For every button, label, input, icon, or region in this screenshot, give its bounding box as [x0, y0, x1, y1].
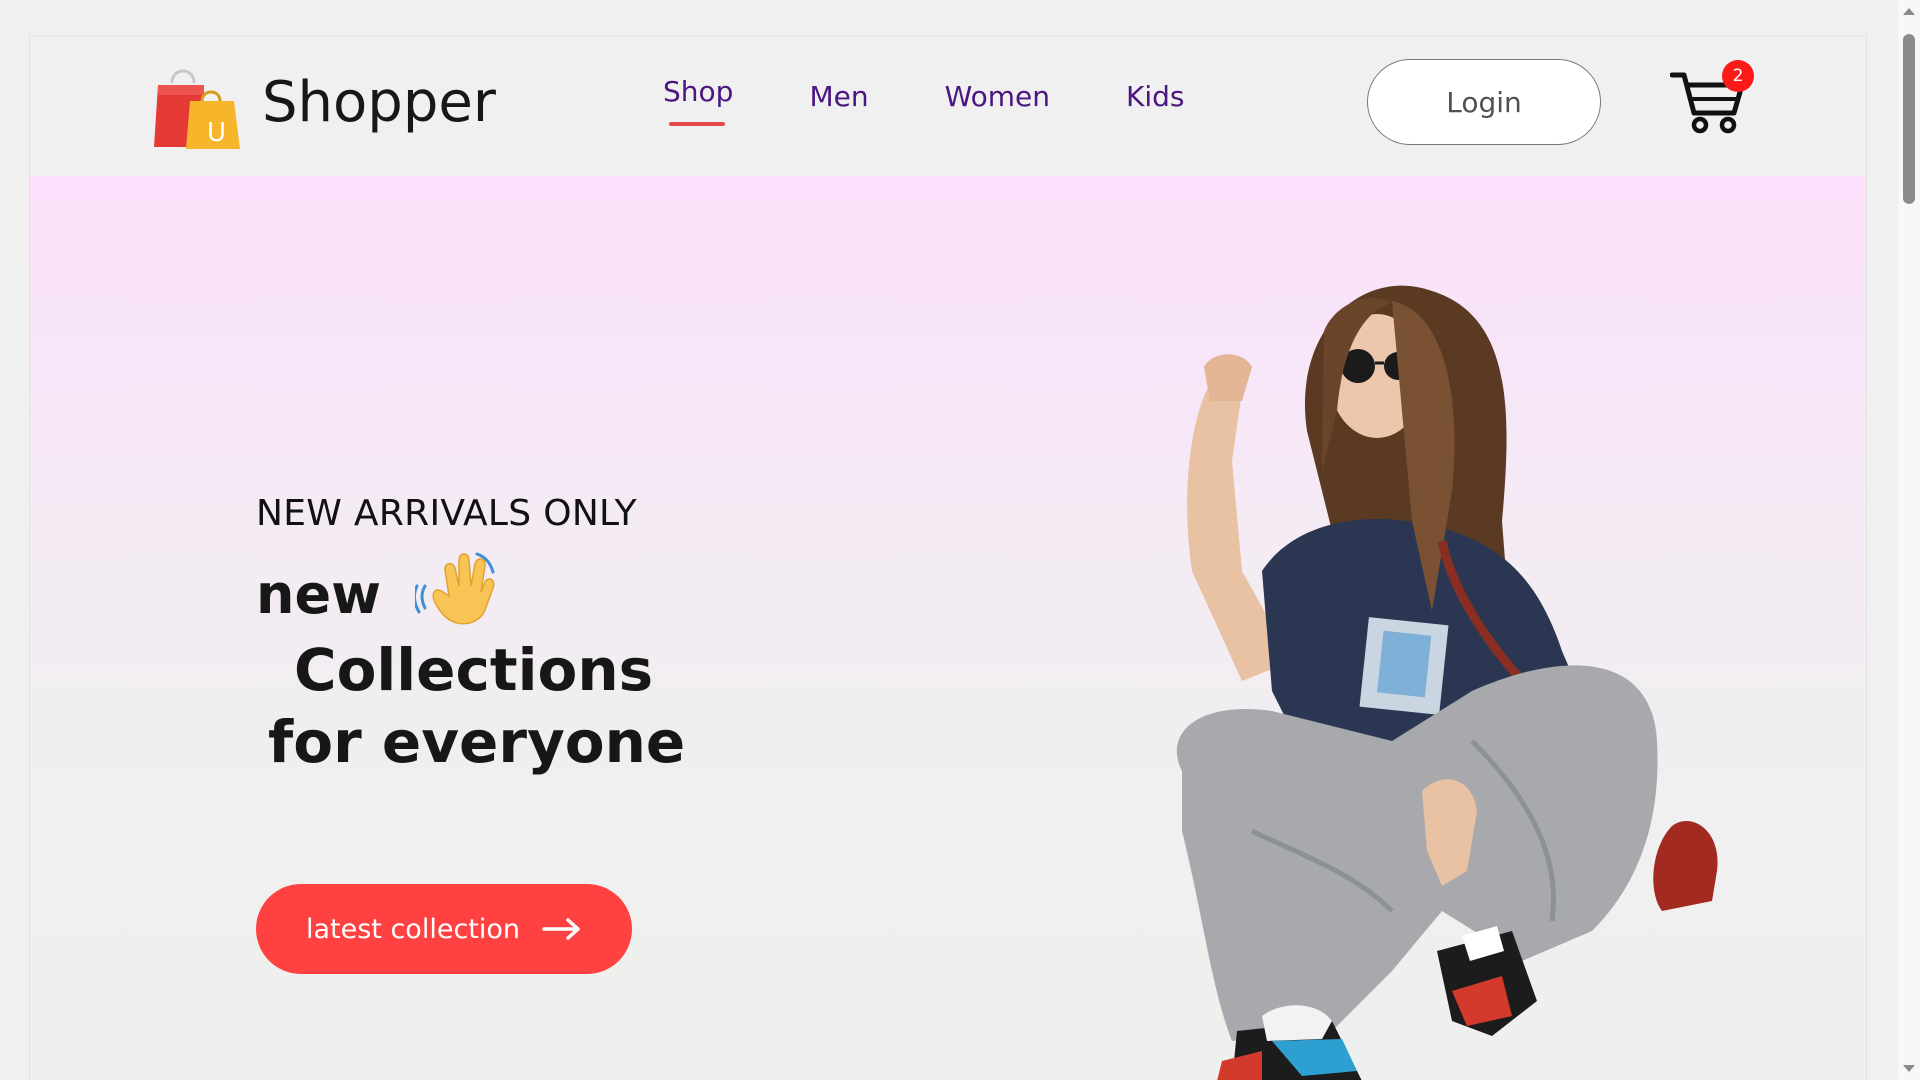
arrow-right-icon	[542, 918, 580, 940]
cart-count-badge: 2	[1722, 60, 1754, 92]
woman-model-image	[1176, 285, 1718, 1080]
active-underline	[669, 122, 725, 126]
hero-headline-line1: new	[256, 552, 685, 632]
shopping-bags-icon: U	[154, 69, 240, 149]
navbar: U Shopper Shop Men Women Kids Login 2	[30, 36, 1866, 176]
nav-item-women[interactable]: Women	[945, 80, 1050, 113]
nav-item-men[interactable]: Men	[809, 80, 868, 113]
nav-item-kids[interactable]: Kids	[1126, 80, 1185, 113]
waving-hand-icon	[414, 552, 495, 625]
hero-tagline: NEW ARRIVALS ONLY	[256, 493, 637, 534]
nav-item-label: Men	[809, 80, 869, 113]
hero-text: NEW ARRIVALS ONLY new Collections for ev…	[256, 493, 685, 778]
logo-letter: U	[207, 118, 226, 148]
page: U Shopper Shop Men Women Kids Login 2 NE…	[0, 0, 1898, 1080]
hero-headline-line2: Collections	[294, 636, 654, 704]
main-nav: Shop Men Women Kids	[663, 75, 1185, 126]
latest-collection-button[interactable]: latest collection	[256, 884, 632, 974]
nav-item-label: Kids	[1126, 80, 1185, 113]
nav-item-shop[interactable]: Shop	[663, 75, 734, 126]
scrollbar-thumb[interactable]	[1903, 34, 1915, 204]
page-scrollbar[interactable]	[1898, 0, 1920, 1080]
hero-headline-new: new	[256, 562, 381, 626]
logo[interactable]: U Shopper	[150, 61, 496, 151]
login-button[interactable]: Login	[1367, 59, 1601, 145]
scroll-up-arrow-icon[interactable]	[1903, 8, 1915, 15]
hero-section: NEW ARRIVALS ONLY new Collections for ev…	[30, 176, 1866, 1080]
hero-headline-line3: for everyone	[268, 708, 686, 776]
nav-item-label: Shop	[663, 75, 734, 108]
latest-collection-label: latest collection	[305, 913, 521, 945]
scroll-down-arrow-icon[interactable]	[1903, 1065, 1915, 1072]
page-container: U Shopper Shop Men Women Kids Login 2 NE…	[29, 35, 1867, 1080]
brand-name: Shopper	[262, 69, 496, 135]
nav-item-label: Women	[944, 80, 1051, 113]
